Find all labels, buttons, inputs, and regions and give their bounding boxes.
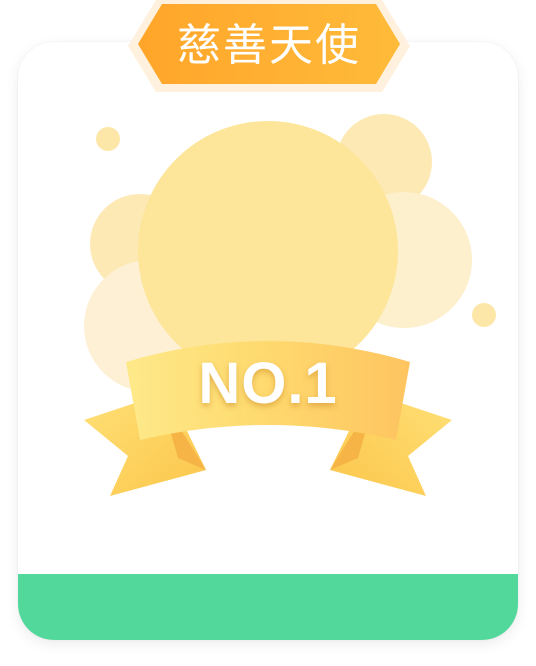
- badge-title: 慈善天使: [177, 20, 361, 71]
- rank-label: NO.1: [198, 350, 338, 416]
- medal-illustration: [84, 114, 496, 496]
- award-screen: NO.1 慈善天使: [0, 0, 536, 666]
- bubble: [96, 127, 120, 151]
- title-badge: 慈善天使: [128, 0, 410, 92]
- bubble: [472, 303, 496, 327]
